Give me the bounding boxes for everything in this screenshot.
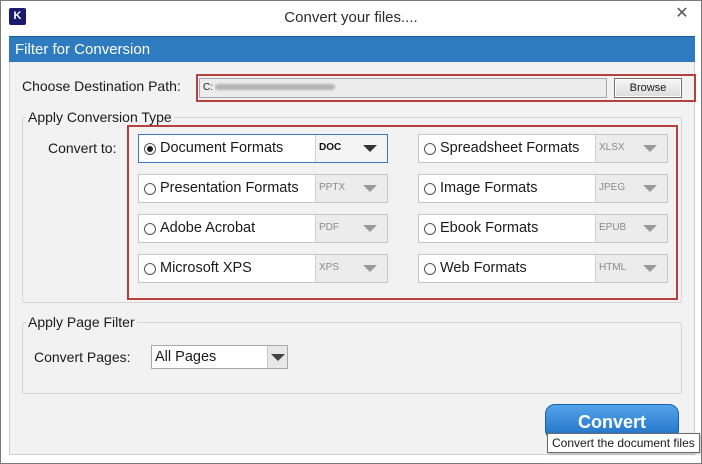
- close-button[interactable]: ✕: [667, 3, 697, 25]
- convert-to-label: Convert to:: [48, 140, 117, 156]
- convert-pages-label: Convert Pages:: [34, 349, 131, 365]
- path-blurred: [215, 84, 335, 91]
- conversion-type-title: Apply Conversion Type: [26, 109, 174, 125]
- window-title: Convert your files....: [284, 9, 418, 26]
- page-filter-title: Apply Page Filter: [26, 314, 137, 330]
- path-prefix: C:: [203, 82, 213, 93]
- convert-pages-value: All Pages: [155, 349, 217, 365]
- formats-highlight: [127, 125, 678, 300]
- convert-pages-select[interactable]: All Pages: [151, 345, 288, 369]
- chevron-down-icon[interactable]: [267, 346, 287, 368]
- destination-label: Choose Destination Path:: [22, 78, 181, 94]
- destination-path-input[interactable]: C:: [199, 78, 607, 98]
- title-bar: K Convert your files.... ✕: [1, 1, 701, 34]
- section-header: Filter for Conversion: [9, 36, 695, 62]
- convert-tooltip: Convert the document files: [547, 433, 700, 453]
- browse-button[interactable]: Browse: [614, 78, 682, 98]
